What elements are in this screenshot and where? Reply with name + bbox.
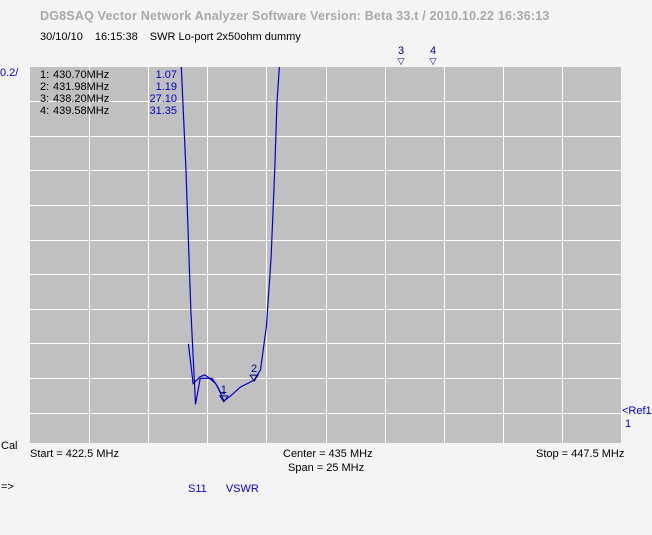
measure-description: SWR Lo-port 2x50ohm dummy — [149, 31, 301, 43]
marker-freq: 438.20MHz — [53, 93, 110, 105]
plot-area[interactable]: 12 1: 430.70MHz 1.07 2: 431.98MHz 1.19 3… — [30, 67, 621, 443]
marker-1-label: 1 — [221, 384, 227, 396]
top-marker-4[interactable]: 4 ▽ — [426, 46, 440, 67]
marker-triangle-icon: ▽ — [429, 56, 437, 66]
marker-value: 27.10 — [149, 93, 177, 105]
trace-parameter: S11 — [188, 483, 207, 495]
start-frequency[interactable]: Start = 422.5 MHz — [30, 448, 119, 460]
marker-freq: 439.58MHz — [53, 105, 110, 117]
center-frequency[interactable]: Center = 435 MHz — [283, 448, 373, 460]
span-frequency[interactable]: Span = 25 MHz — [288, 462, 364, 474]
marker-value: 1.07 — [155, 69, 177, 81]
trace-format: VSWR — [225, 483, 259, 495]
measure-time: 16:15:38 — [94, 31, 138, 43]
marker-triangle-icon: ▽ — [397, 56, 405, 66]
reference-name: <Ref1 — [622, 405, 652, 417]
marker-id: 2: — [40, 81, 50, 93]
arrow-indicator: => — [1, 481, 14, 493]
measure-date: 30/10/10 — [40, 31, 83, 43]
marker-freq: 430.70MHz — [53, 69, 110, 81]
scale-per-div-label: 0.2/ — [0, 67, 19, 79]
cal-label[interactable]: Cal — [1, 440, 18, 452]
marker-value: 1.19 — [155, 81, 177, 93]
trace-line-1 — [180, 67, 280, 405]
measurement-info: 30/10/10 16:15:38 SWR Lo-port 2x50ohm du… — [40, 31, 310, 43]
stop-frequency[interactable]: Stop = 447.5 MHz — [536, 448, 624, 460]
marker-id: 4: — [40, 105, 50, 117]
marker-id: 1: — [40, 69, 50, 81]
marker-id: 3: — [40, 93, 50, 105]
trace-legend[interactable]: S11 VSWR — [188, 483, 275, 495]
marker-value: 31.35 — [149, 105, 177, 117]
reference-label: <Ref1 1 — [622, 405, 652, 431]
marker-2-label: 2 — [251, 363, 257, 375]
reference-value: 1 — [625, 418, 632, 430]
app-title: DG8SAQ Vector Network Analyzer Software … — [40, 9, 550, 23]
top-marker-3[interactable]: 3 ▽ — [394, 46, 408, 67]
plot-svg: 12 — [30, 67, 621, 443]
marker-freq: 431.98MHz — [53, 81, 110, 93]
